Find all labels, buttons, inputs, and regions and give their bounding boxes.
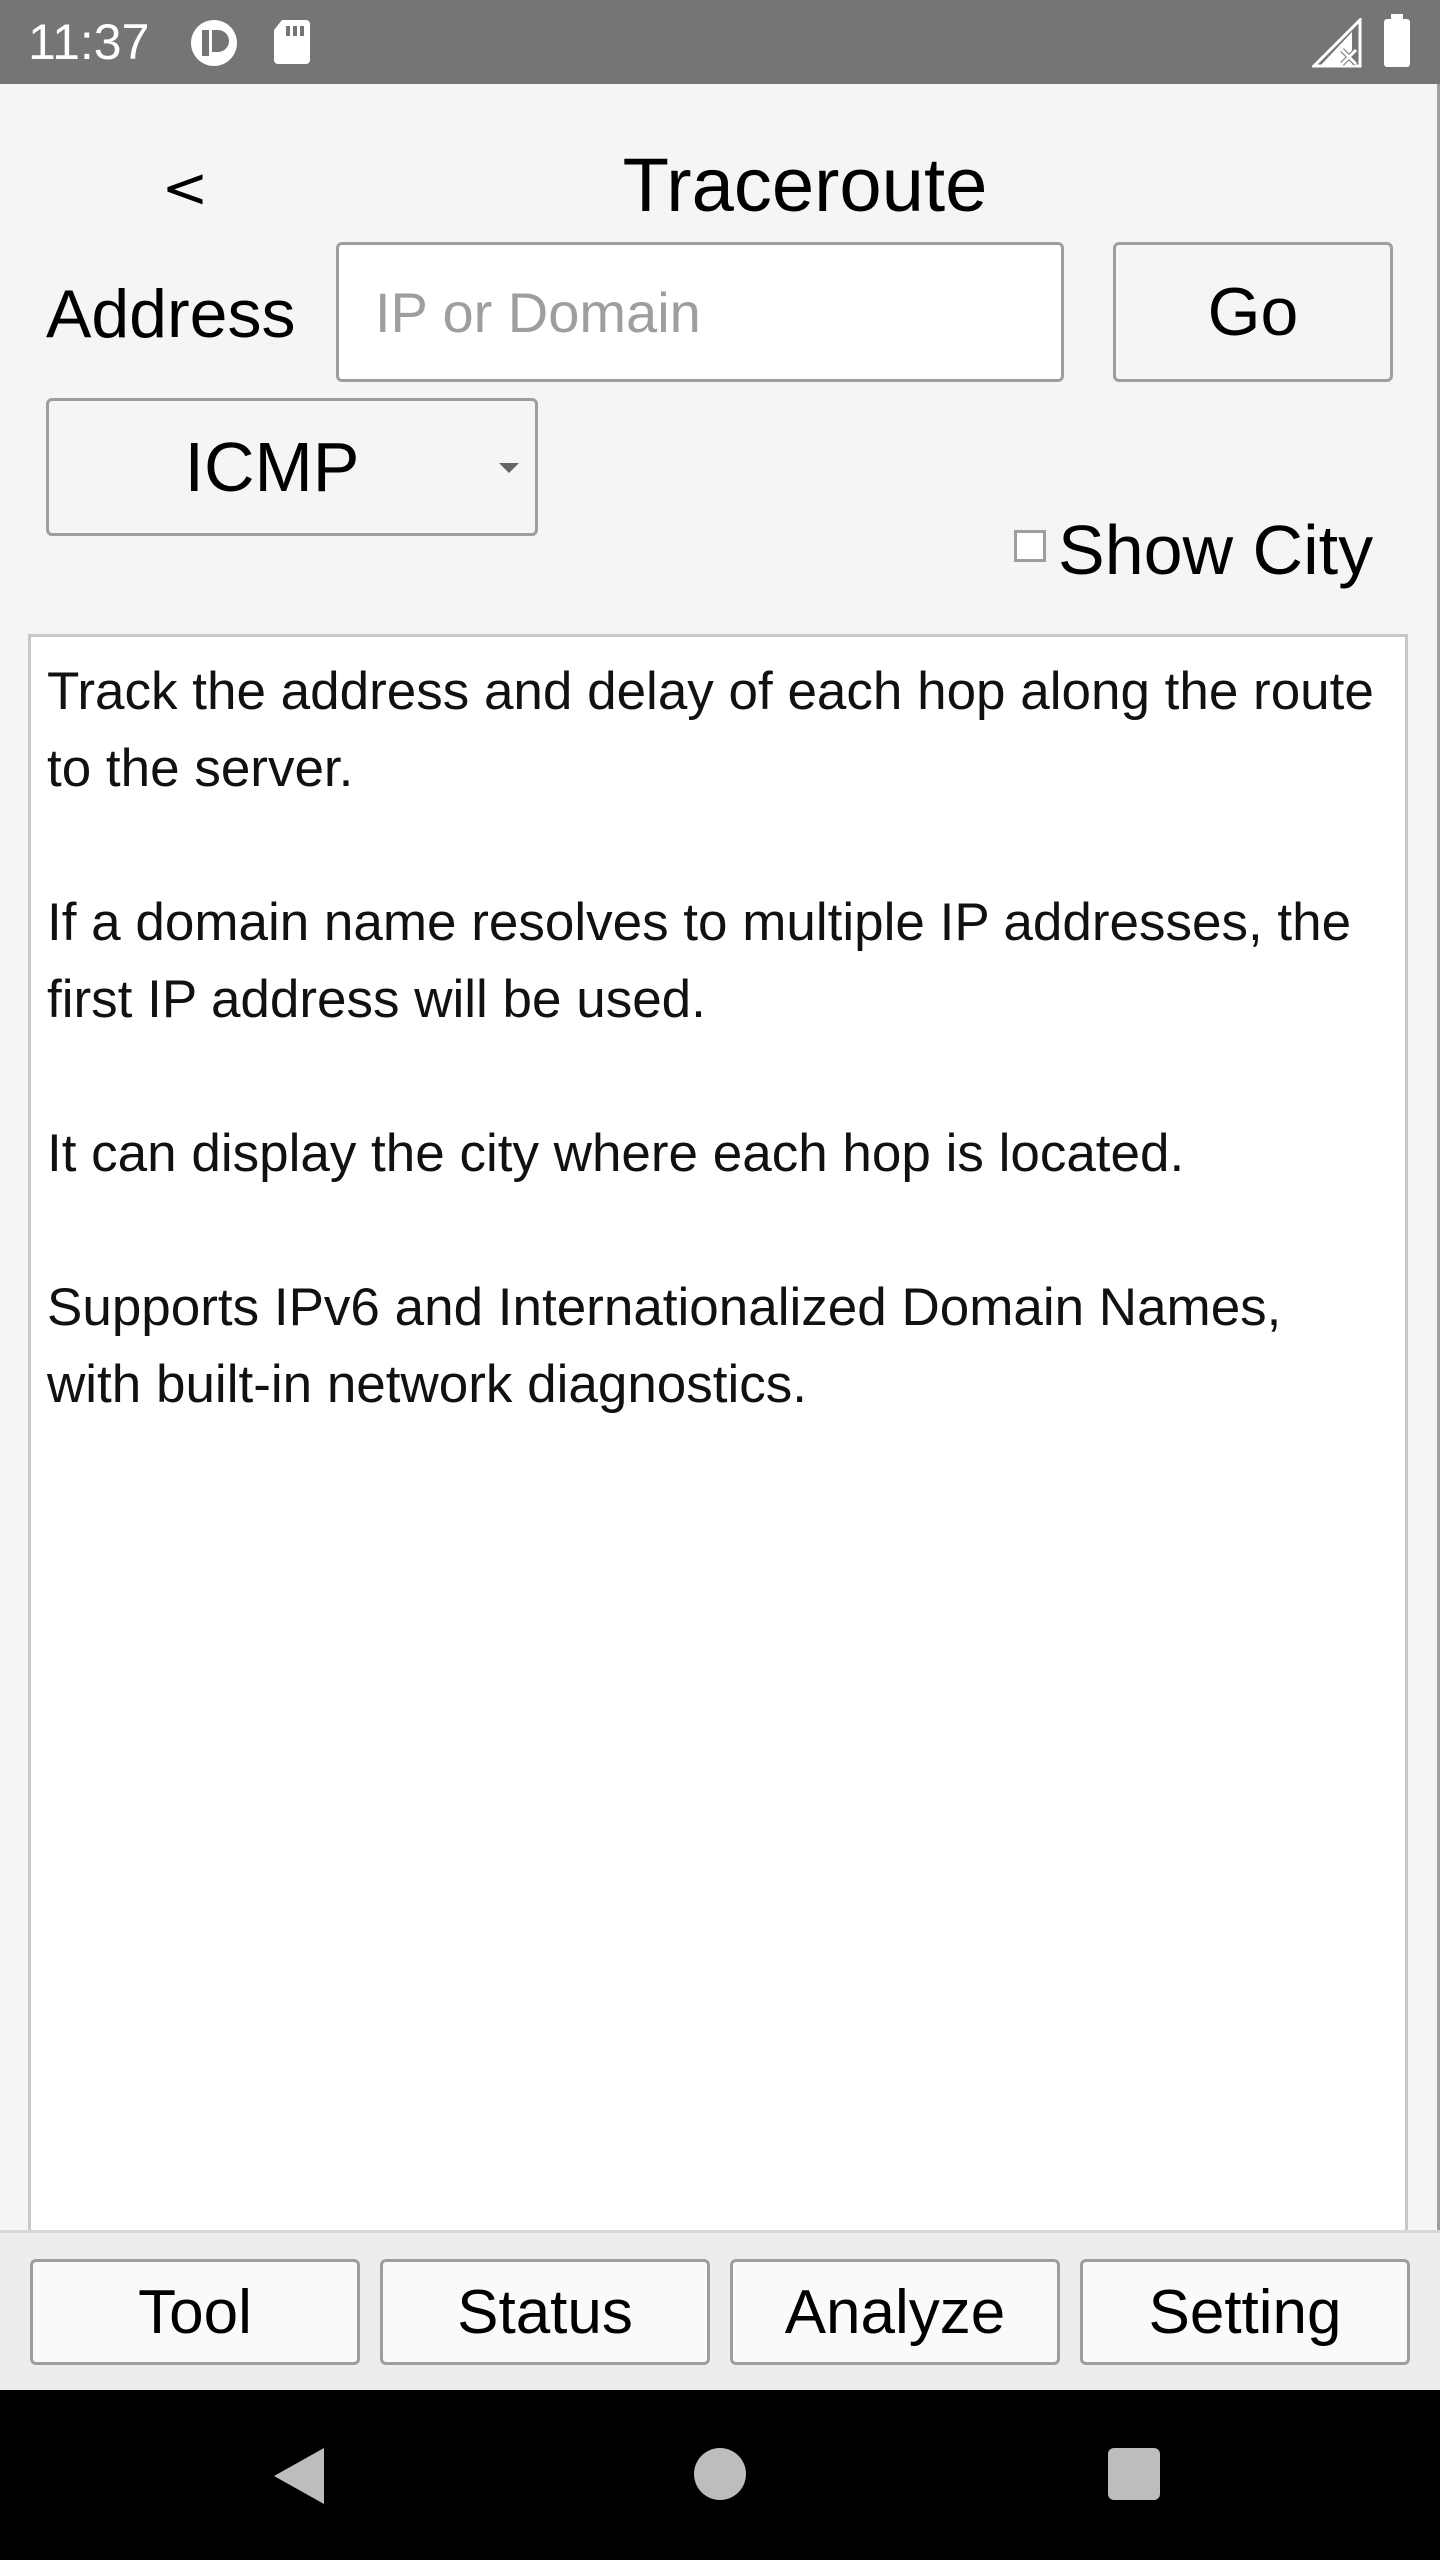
show-city-label[interactable]: Show City: [1058, 500, 1373, 600]
output-panel: Track the address and delay of each hop …: [28, 634, 1408, 2286]
status-bar: 11:37: [0, 0, 1440, 84]
back-button[interactable]: <: [150, 144, 220, 234]
home-icon[interactable]: [694, 2448, 746, 2500]
output-paragraph: Supports IPv6 and Internationalized Doma…: [47, 1278, 1282, 1414]
tab-tool[interactable]: Tool: [30, 2259, 360, 2365]
page-title: Traceroute: [622, 143, 988, 228]
system-nav-bar: [0, 2390, 1440, 2560]
app-content: < Traceroute Address Go ICMP Show City T…: [0, 84, 1440, 2390]
show-city-checkbox[interactable]: [1014, 530, 1046, 562]
recents-icon[interactable]: [1108, 2448, 1160, 2500]
battery-icon: [1382, 14, 1412, 73]
protocol-value: ICMP: [184, 428, 360, 506]
no-signal-icon: [1310, 16, 1362, 73]
tab-analyze[interactable]: Analyze: [730, 2259, 1060, 2365]
output-paragraph: It can display the city where each hop i…: [47, 1124, 1185, 1183]
output-paragraph: If a domain name resolves to multiple IP…: [47, 893, 1352, 1029]
address-label: Address: [46, 276, 296, 352]
status-time: 11:37: [28, 14, 150, 70]
tab-bar: Tool Status Analyze Setting: [0, 2230, 1440, 2390]
output-paragraph: Track the address and delay of each hop …: [47, 662, 1374, 798]
protocol-select[interactable]: ICMP: [46, 398, 538, 536]
address-input[interactable]: [336, 242, 1064, 382]
media-icon: [188, 18, 240, 73]
go-button[interactable]: Go: [1113, 242, 1393, 382]
tab-setting[interactable]: Setting: [1080, 2259, 1410, 2365]
back-icon[interactable]: [272, 2446, 326, 2511]
dropdown-arrow-icon: [499, 463, 519, 473]
sd-card-icon: [272, 18, 312, 71]
tab-status[interactable]: Status: [380, 2259, 710, 2365]
